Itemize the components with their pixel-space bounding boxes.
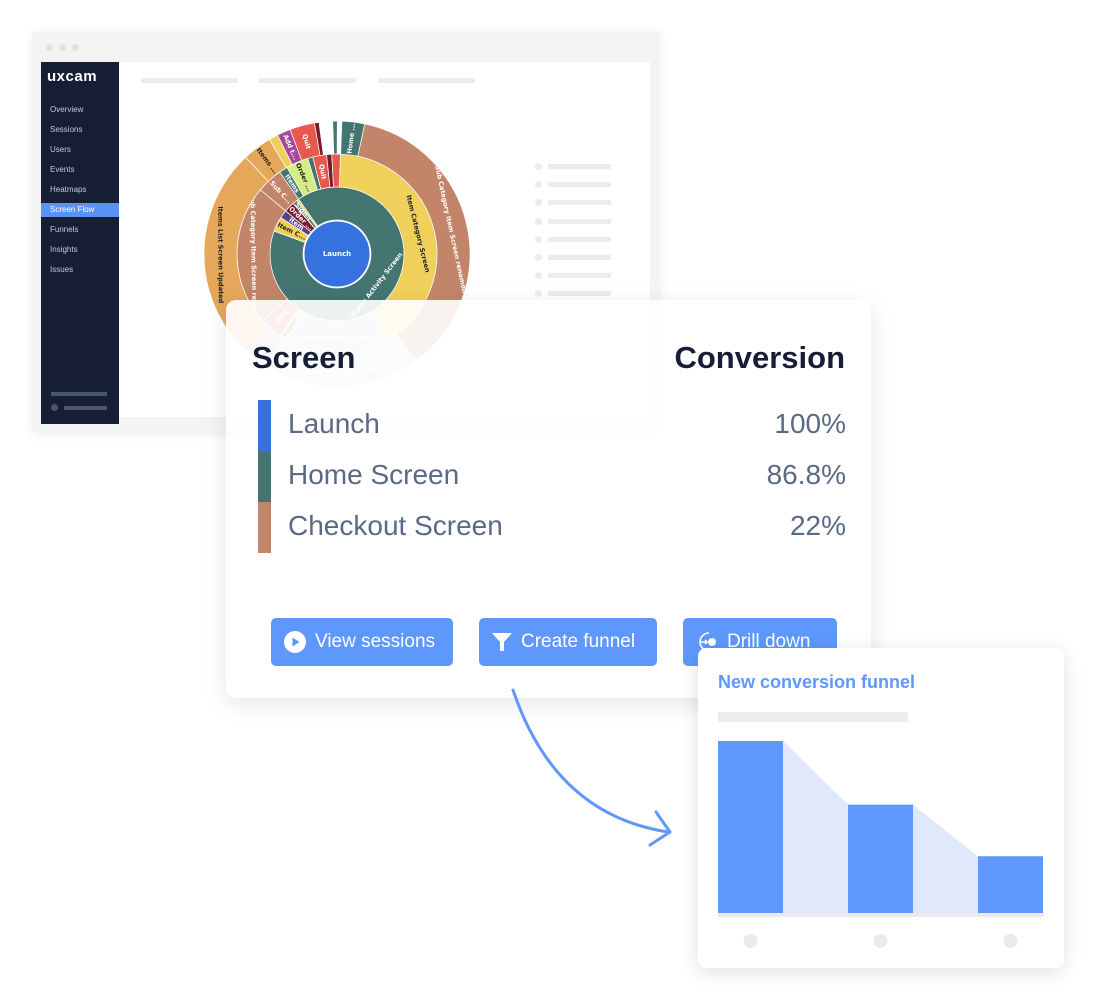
screen-name: Home Screen <box>288 459 460 490</box>
screen-row[interactable]: Home Screen 86.8% <box>258 451 846 502</box>
funnel-step-dot <box>873 934 888 948</box>
conversion-value: 100% <box>774 408 846 439</box>
color-indicator <box>258 502 271 553</box>
sunburst-segment[interactable] <box>331 153 341 188</box>
funnel-bar <box>978 856 1043 913</box>
screen-name: Checkout Screen <box>288 510 503 541</box>
funnel-chart <box>718 741 1044 948</box>
funnel-card: New conversion funnel <box>698 648 1064 968</box>
sunburst-center-label: Launch <box>323 250 351 258</box>
screen-conversion-card: Screen Conversion Launch 100% Home Screen 8… <box>226 300 871 698</box>
funnel-bar <box>718 741 783 913</box>
funnel-baseline <box>718 913 1044 917</box>
color-indicator <box>258 451 271 502</box>
button-label: View sessions <box>315 631 436 652</box>
conversion-value: 86.8% <box>766 459 846 490</box>
screen-column-header: Screen <box>252 340 356 375</box>
sunburst-segment[interactable] <box>332 120 338 155</box>
funnel-icon <box>492 633 512 651</box>
screen-name: Launch <box>288 408 380 439</box>
funnel-step-dot <box>1003 934 1018 948</box>
button-label: Create funnel <box>521 631 636 652</box>
screen-row[interactable]: Launch 100% <box>258 400 846 451</box>
funnel-dropoff <box>913 804 978 913</box>
view-sessions-button[interactable]: View sessions <box>271 618 453 666</box>
screen-row[interactable]: Checkout Screen 22% <box>258 502 846 553</box>
conversion-value: 22% <box>789 510 846 541</box>
conversion-column-header: Conversion <box>674 340 845 375</box>
color-indicator <box>258 400 271 451</box>
funnel-bar <box>848 804 913 913</box>
funnel-step-dot <box>743 934 758 948</box>
sunburst-label: Items List Screen Updated <box>216 206 225 303</box>
create-funnel-button[interactable]: Create funnel <box>479 618 657 666</box>
funnel-dropoff <box>783 741 848 913</box>
play-circle-icon <box>284 631 306 653</box>
